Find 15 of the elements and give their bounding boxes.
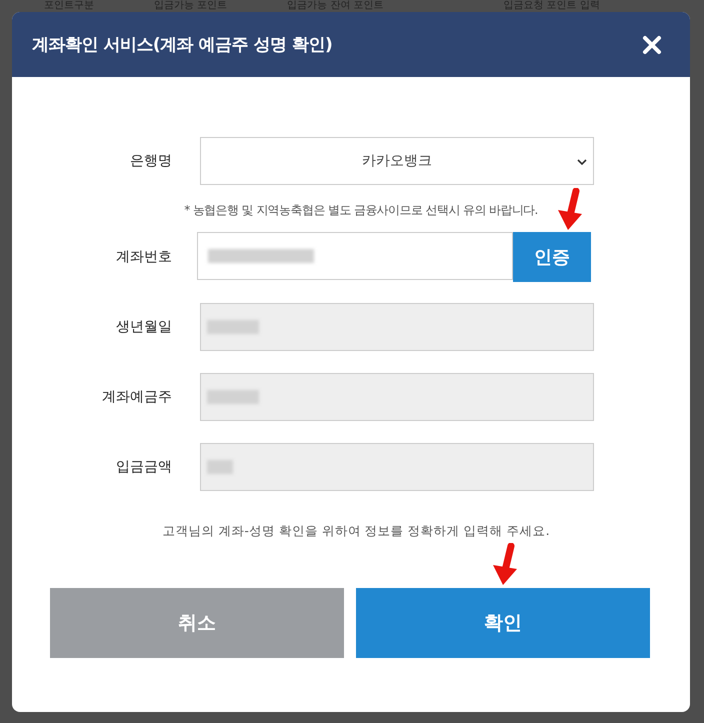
confirm-button[interactable]: 확인 <box>356 588 650 658</box>
chevron-icon <box>577 159 587 165</box>
close-icon[interactable] <box>642 34 662 54</box>
cancel-button[interactable]: 취소 <box>50 588 344 658</box>
notice-text: * 농협은행 및 지역농축협은 별도 금융사이므로 선택시 유의 바랍니다. <box>183 202 539 219</box>
field-label: 계좌번호 <box>115 248 173 266</box>
field-label: 은행명 <box>129 152 173 170</box>
verify-button[interactable]: 인증 <box>513 232 591 282</box>
field-label: 계좌예금주 <box>101 388 173 406</box>
bank-select[interactable]: 카카오뱅크 <box>200 137 594 185</box>
info-text: 고객님의 계좌-성명 확인을 위하여 정보를 정확하게 입력해 주세요. <box>161 523 551 540</box>
field-label: 생년월일 <box>115 318 173 336</box>
input-field[interactable] <box>197 232 513 280</box>
field-label: 입금금액 <box>115 458 173 476</box>
dialog-title: 계좌확인 서비스(계좌 예금주 성명 확인) <box>32 34 332 56</box>
